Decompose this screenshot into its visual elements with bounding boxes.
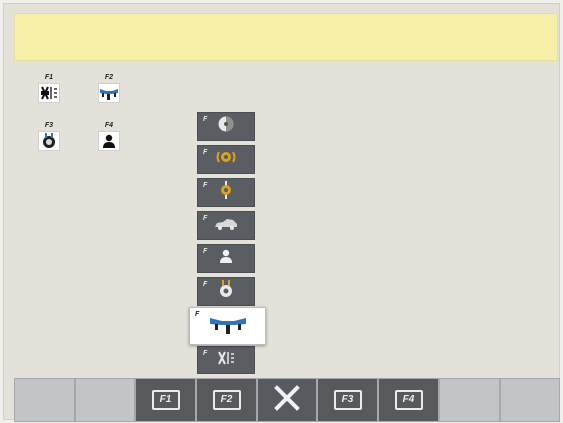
wheel-icon [217,115,235,138]
f3-button[interactable]: F3 [317,378,378,422]
menu-item-runout[interactable]: F [197,145,255,174]
close-icon [274,384,300,416]
steering-angle-icon [218,181,234,204]
lift-frame-icon [38,83,60,103]
menu-item-wheel-clamp[interactable]: F [197,277,255,306]
f2-button[interactable]: F2 [196,378,257,422]
menu-item-customer[interactable]: F [197,244,255,273]
message-bar [14,13,558,61]
empty-slot [75,378,135,422]
app-screen: F1 F2 F3 F4 F F F F F F F F F1 F2 F3 F4 [3,3,560,422]
customer-icon [98,131,120,151]
menu-item-prefix: F [203,215,208,222]
menu-item-vehicle[interactable]: F [197,211,255,240]
wheel-clamp-icon [218,280,234,303]
menu-item-prefix: F [203,116,208,123]
lift-frame-icon [217,350,235,371]
shortcut-f4[interactable]: F4 [91,122,127,151]
close-button[interactable] [257,378,317,422]
shortcut-f2[interactable]: F2 [91,74,127,103]
f1-button[interactable]: F1 [135,378,196,422]
menu-item-prefix: F [203,350,208,357]
menu-item-lift-frame[interactable]: F [197,346,255,374]
f2-key-label: F2 [212,390,241,410]
shortcut-f3[interactable]: F3 [31,122,67,151]
f4-key-label: F4 [394,390,423,410]
shortcut-f2-label: F2 [104,74,114,81]
runout-icon [215,149,237,170]
shortcut-f1-label: F1 [44,74,54,81]
f1-key-label: F1 [151,390,180,410]
shortcut-f3-label: F3 [44,122,54,129]
alignment-head-icon [98,83,120,103]
wheel-clamp-icon [38,131,60,151]
shortcut-f1[interactable]: F1 [31,74,67,103]
function-bar: F1 F2 F3 F4 [14,378,560,422]
shortcut-f4-label: F4 [104,122,114,129]
alignment-head-icon [208,313,248,340]
menu-item-prefix: F [195,311,200,318]
menu-item-prefix: F [203,281,208,288]
f4-button[interactable]: F4 [378,378,439,422]
menu-item-alignment-head[interactable]: F [189,307,266,345]
menu-item-steering[interactable]: F [197,178,255,207]
empty-slot [500,378,560,422]
customer-icon [219,249,233,268]
f3-key-label: F3 [333,390,362,410]
menu-item-prefix: F [203,149,208,156]
menu-item-wheel[interactable]: F [197,112,255,141]
vehicle-icon [214,217,238,235]
empty-slot [14,378,75,422]
menu-item-prefix: F [203,248,208,255]
empty-slot [439,378,500,422]
menu-item-prefix: F [203,182,208,189]
